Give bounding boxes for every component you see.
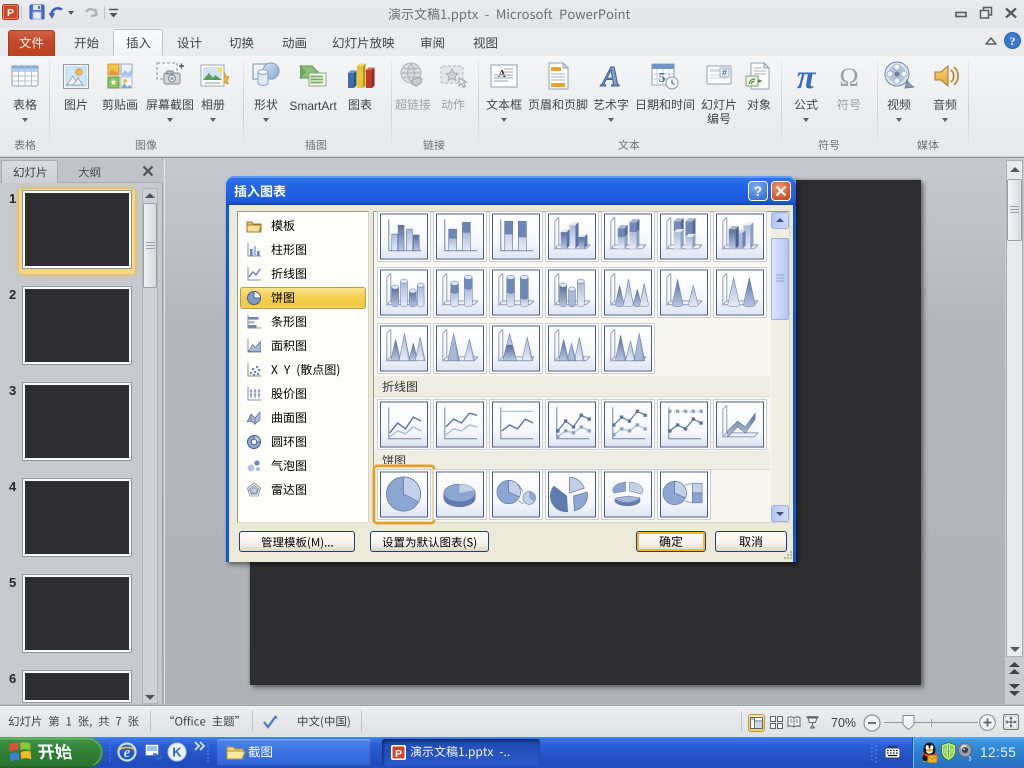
svg-text:K: K [172,745,182,760]
svg-text:#: # [722,68,727,78]
svg-text:P: P [7,7,14,19]
svg-text:5: 5 [659,71,666,86]
svg-text:π: π [797,60,817,92]
svg-text:P: P [395,748,402,760]
svg-text:A: A [600,62,621,92]
svg-text:?: ? [1010,34,1016,48]
svg-text:Ω: Ω [839,63,858,92]
svg-text:?: ? [754,184,762,199]
